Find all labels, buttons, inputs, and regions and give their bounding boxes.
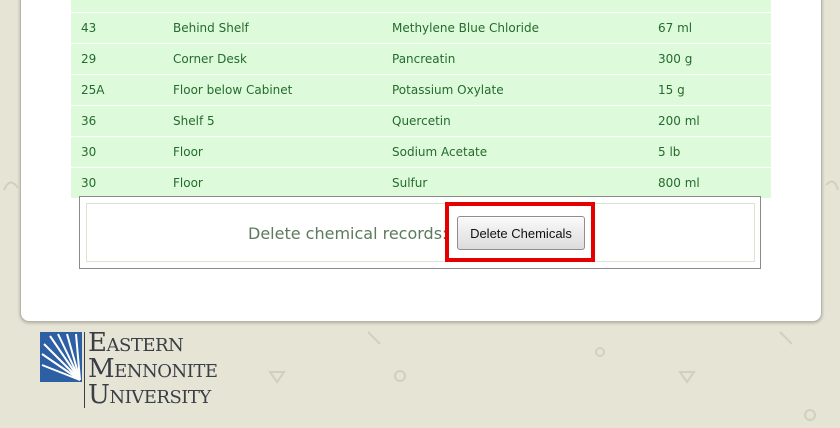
- location-cell: Corner Desk: [173, 52, 248, 66]
- amount-cell: 15 g: [658, 83, 685, 97]
- amount-cell: 200 ml: [658, 114, 700, 128]
- delete-records-label: Delete chemical records:: [248, 224, 448, 243]
- location-cell: Floor: [173, 176, 203, 190]
- room-cell: 36: [81, 114, 97, 128]
- table-row: 36 Shelf 5 Quercetin 200 ml: [71, 106, 771, 136]
- chemical-cell: Sulfur: [392, 176, 428, 190]
- table-row: 29 Corner Desk Pancreatin 300 g: [71, 44, 771, 74]
- amount-cell: 67 ml: [658, 21, 693, 35]
- logo-text: NIVERSITY: [109, 387, 211, 408]
- room-cell: 30: [81, 176, 97, 190]
- chemical-cell: Quercetin: [392, 114, 451, 128]
- chemical-cell: Pancreatin: [392, 52, 456, 66]
- amount-cell: 800 ml: [658, 176, 700, 190]
- table-row: 25A Floor below Cabinet Potassium Oxylat…: [71, 75, 771, 105]
- amount-cell: 300 g: [658, 52, 693, 66]
- room-cell: 43: [81, 21, 97, 35]
- chemical-cell: Methylene Blue Chloride: [392, 21, 539, 35]
- delete-records-panel: Delete chemical records: Delete Chemical…: [79, 196, 761, 269]
- table-row: 43 Behind Shelf Methylene Blue Chloride …: [71, 13, 771, 43]
- logo-divider: [84, 332, 85, 408]
- location-cell: Shelf 5: [173, 114, 215, 128]
- chemical-cell: Potassium Oxylate: [392, 83, 504, 97]
- logo-text: ASTERN: [106, 335, 184, 356]
- location-cell: Behind Shelf: [173, 21, 249, 35]
- chemical-cell: Sodium Acetate: [392, 145, 488, 159]
- room-cell: 25A: [81, 83, 105, 97]
- table-row-partial: [71, 0, 771, 12]
- delete-records-inner: Delete chemical records: Delete Chemical…: [86, 203, 755, 262]
- location-cell: Floor: [173, 145, 203, 159]
- table-row: 30 Floor Sulfur 800 ml: [71, 168, 771, 198]
- logo-text: ENNONITE: [114, 361, 218, 382]
- content-card: 43 Behind Shelf Methylene Blue Chloride …: [20, 0, 822, 322]
- logo-initial: U: [88, 380, 110, 410]
- amount-cell: 5 lb: [658, 145, 681, 159]
- sunburst-icon: [40, 332, 82, 382]
- room-cell: 29: [81, 52, 97, 66]
- university-name: EASTERN MENNONITE UNIVERSITY: [88, 330, 218, 408]
- delete-chemicals-button[interactable]: Delete Chemicals: [457, 216, 585, 250]
- room-cell: 30: [81, 145, 97, 159]
- table-row: 30 Floor Sodium Acetate 5 lb: [71, 137, 771, 167]
- location-cell: Floor below Cabinet: [173, 83, 293, 97]
